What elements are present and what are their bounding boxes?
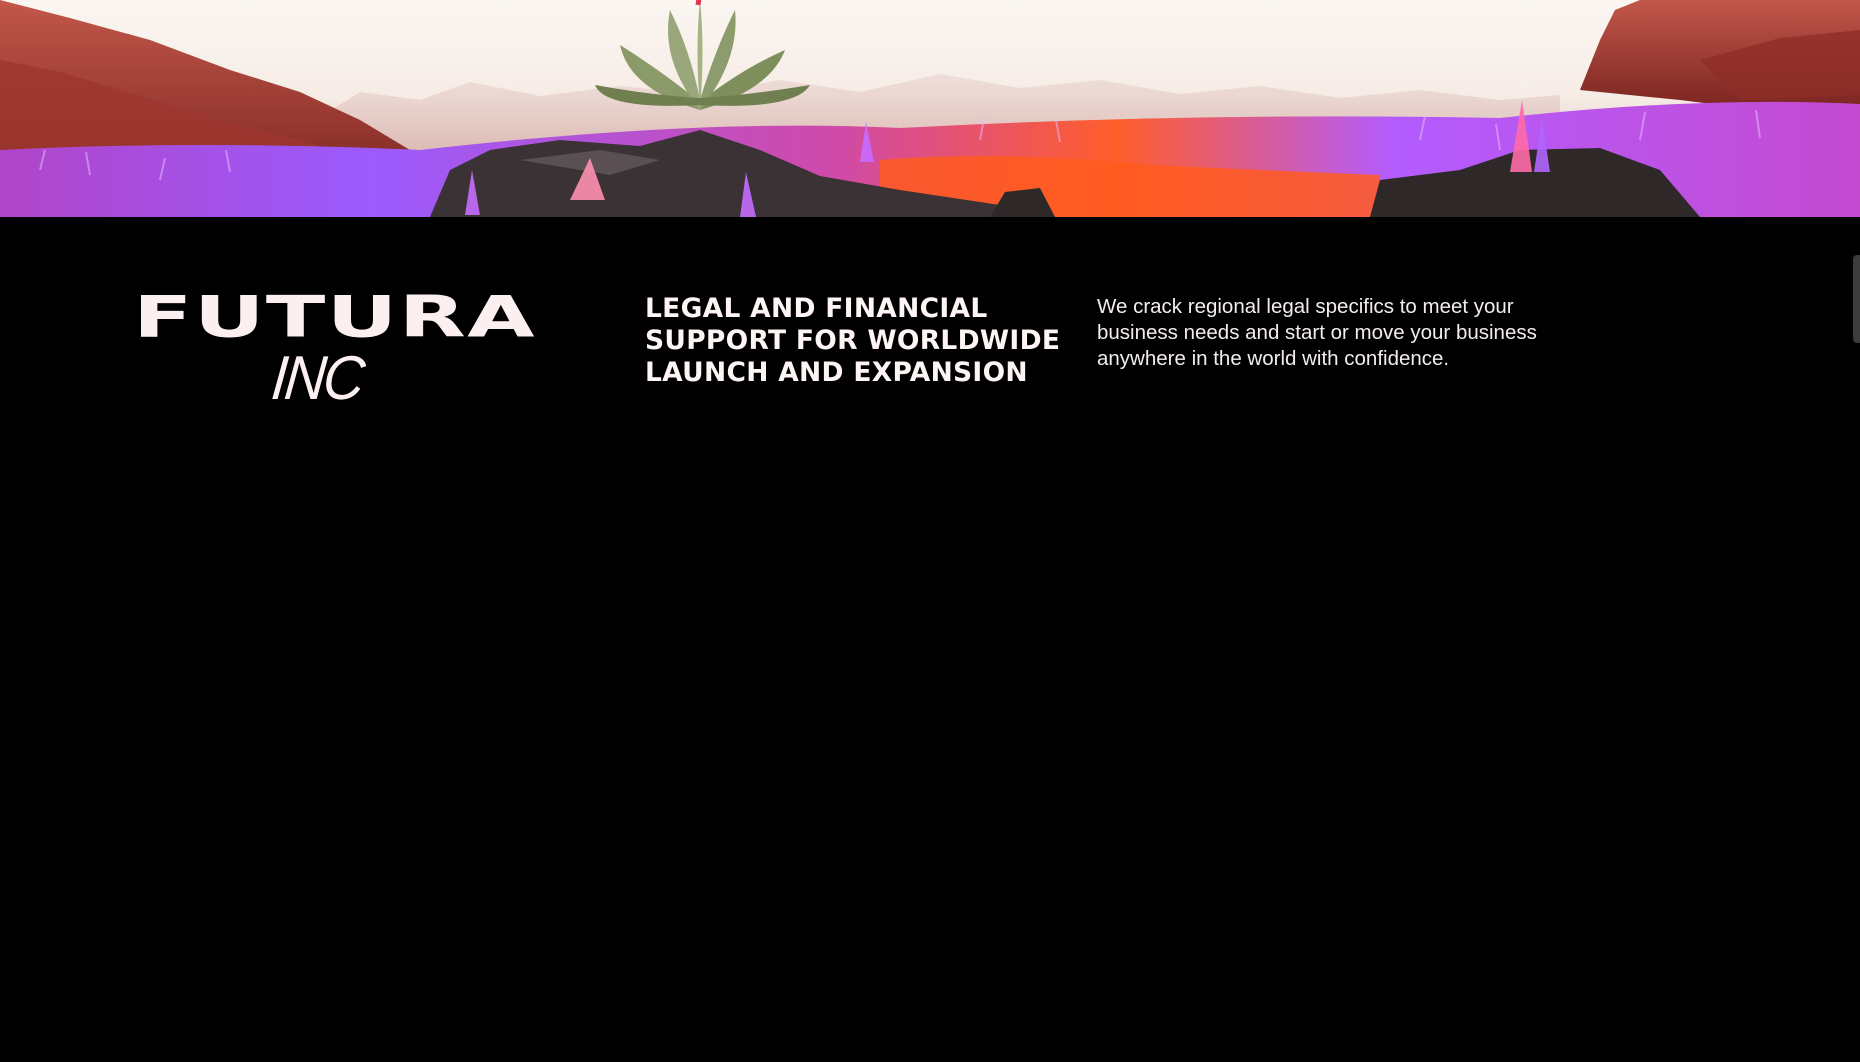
scrollbar-thumb[interactable] (1853, 255, 1860, 343)
headline-line: LEGAL AND FINANCIAL (645, 293, 988, 324)
description-line: business needs and start or move your bu… (1097, 321, 1537, 344)
description-line: anywhere in the world with confidence. (1097, 347, 1450, 370)
logo-wordmark-futura: FUTURA (133, 284, 536, 351)
hero-landscape-illustration (0, 0, 1860, 217)
intro-section: FUTURA INC LEGAL AND FINANCIAL SUPPORT F… (0, 217, 1860, 1062)
headline-line: LAUNCH AND EXPANSION (645, 357, 1028, 388)
logo-wordmark-inc: INC (268, 344, 366, 413)
section-description: We crack regional legal specifics to mee… (1097, 294, 1537, 372)
headline-line: SUPPORT FOR WORLDWIDE (645, 325, 1061, 356)
section-headline: LEGAL AND FINANCIAL SUPPORT FOR WORLDWID… (645, 293, 1065, 389)
hero-landscape-image (0, 0, 1860, 217)
futura-inc-logo[interactable]: FUTURA INC (133, 289, 535, 417)
description-line: We crack regional legal specifics to mee… (1097, 295, 1514, 318)
